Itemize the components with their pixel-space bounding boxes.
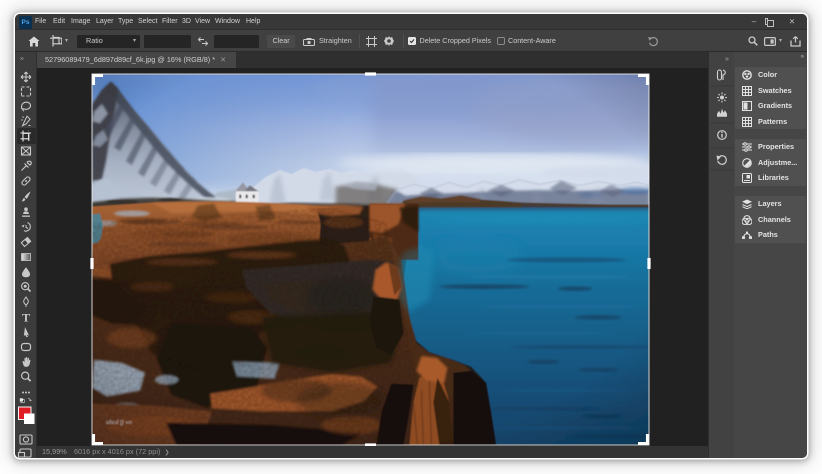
svg-text:»: »	[20, 56, 24, 63]
svg-text:T: T	[22, 311, 30, 325]
svg-text:»: »	[725, 56, 729, 63]
